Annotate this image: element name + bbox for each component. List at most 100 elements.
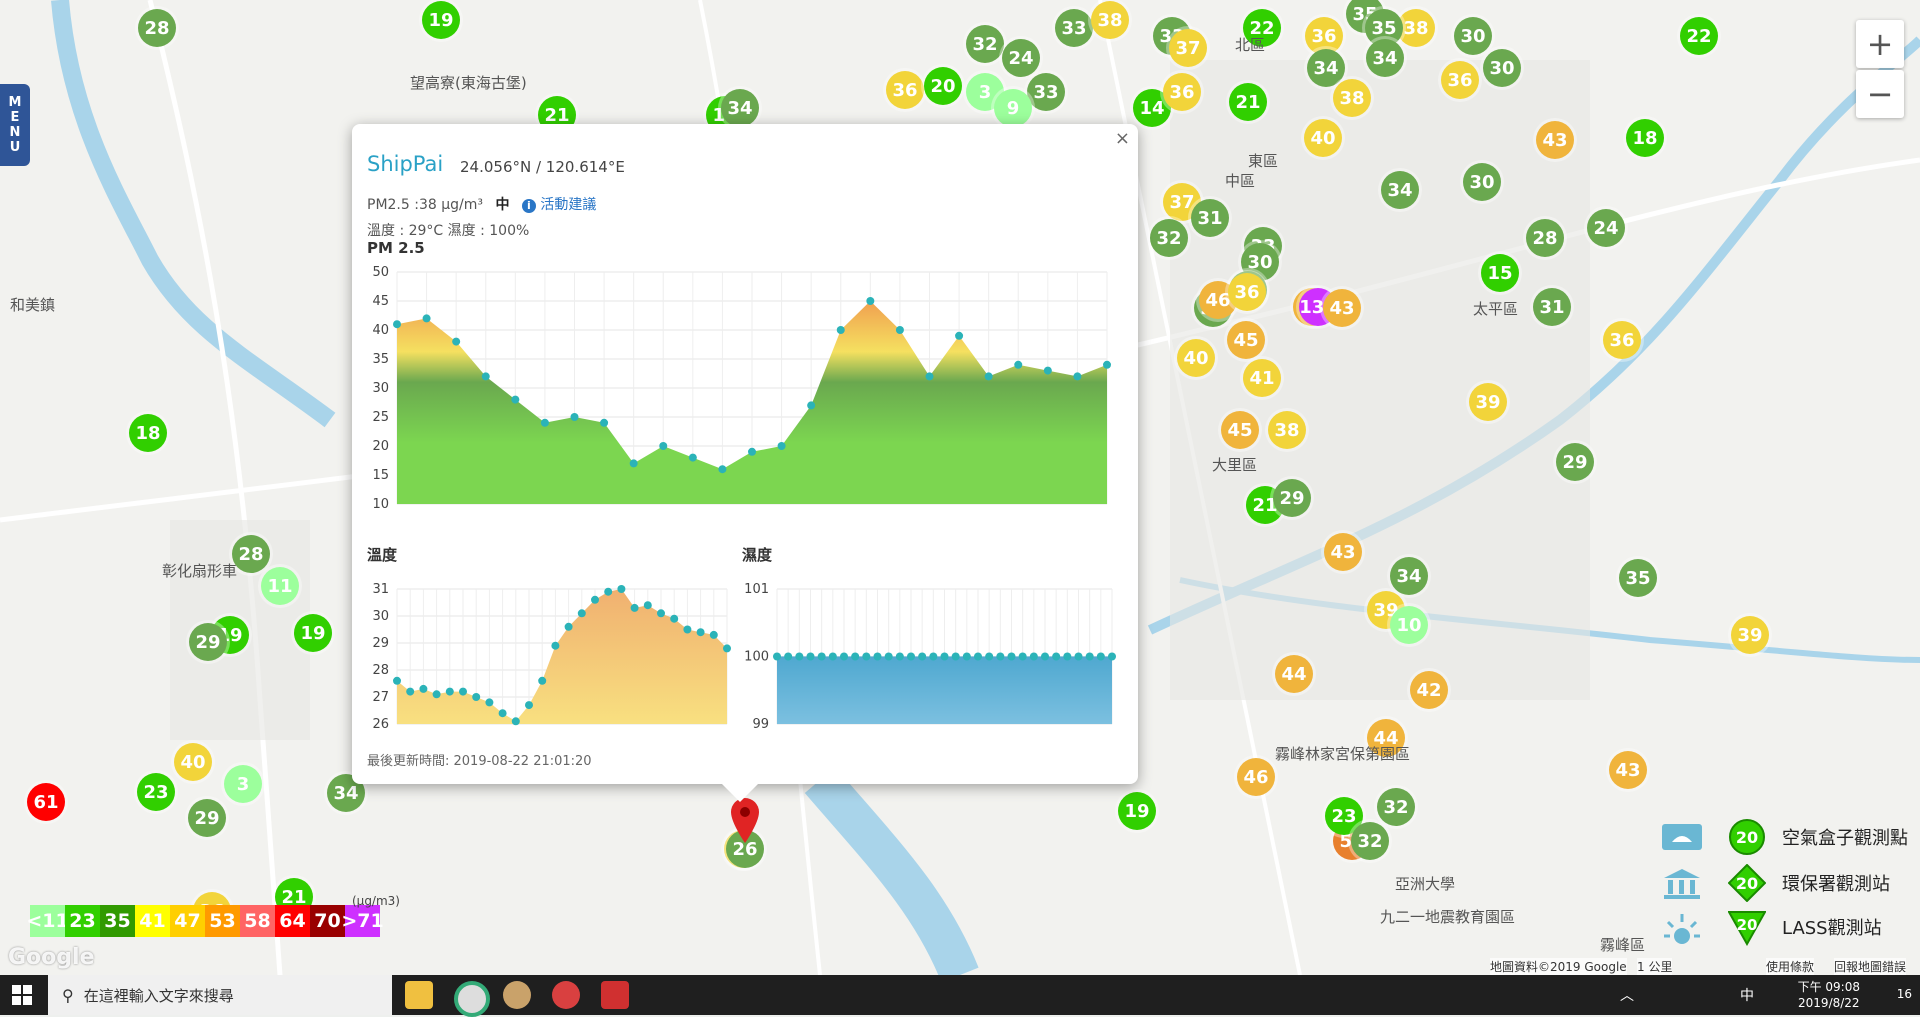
station-marker[interactable]: 46 — [1237, 758, 1275, 796]
menu-button[interactable]: MENU — [0, 84, 30, 166]
data-point — [1074, 652, 1083, 661]
close-icon[interactable]: × — [1115, 128, 1130, 149]
station-marker[interactable]: 32 — [1377, 788, 1415, 826]
terms-link[interactable]: 使用條款 — [1766, 958, 1815, 975]
station-marker[interactable]: 22 — [1680, 17, 1718, 55]
chevron-up-icon[interactable]: ︿ — [1620, 985, 1634, 1005]
station-marker[interactable]: 36 — [886, 71, 924, 109]
station-marker[interactable]: 3 — [224, 765, 262, 803]
station-marker[interactable]: 34 — [1381, 171, 1419, 209]
station-marker[interactable]: 36 — [1603, 321, 1641, 359]
station-marker[interactable]: 42 — [1410, 671, 1448, 709]
station-marker[interactable]: 38 — [1091, 1, 1129, 39]
station-marker[interactable]: 40 — [174, 743, 212, 781]
map-attribution: 地圖資料©2019 Google — [1490, 958, 1627, 975]
app-icon[interactable] — [601, 981, 629, 1009]
station-marker[interactable]: 29 — [1273, 479, 1311, 517]
selected-station-pin[interactable] — [728, 795, 762, 845]
station-marker[interactable]: 19 — [294, 614, 332, 652]
station-marker[interactable]: 43 — [1323, 289, 1361, 327]
taskbar-search-input[interactable]: ⚲ 在這裡輸入文字來搜尋 — [48, 975, 392, 1015]
station-marker[interactable]: 15 — [1481, 254, 1519, 292]
station-marker[interactable]: 36 — [1441, 61, 1479, 99]
place-label: 九二一地震教育園區 — [1380, 908, 1516, 926]
y-tick-label: 15 — [372, 468, 389, 483]
station-marker[interactable]: 36 — [1163, 73, 1201, 111]
station-marker[interactable]: 39 — [1731, 616, 1769, 654]
data-point — [688, 453, 697, 462]
ime-indicator[interactable]: 中 — [1740, 985, 1754, 1005]
station-marker[interactable]: 33 — [1027, 73, 1065, 111]
station-marker[interactable]: 18 — [1626, 119, 1664, 157]
activity-advice-link[interactable]: 活動建議 — [540, 197, 596, 213]
station-marker[interactable]: 18 — [129, 414, 167, 452]
station-marker[interactable]: 31 — [1191, 199, 1229, 237]
zoom-out-button[interactable]: − — [1856, 70, 1904, 118]
station-marker[interactable]: 38 — [1333, 79, 1371, 117]
windows-start-icon[interactable] — [12, 985, 32, 1005]
station-marker[interactable]: 24 — [1002, 39, 1040, 77]
station-marker[interactable]: 9 — [994, 89, 1032, 127]
report-map-error-link[interactable]: 回報地圖錯誤 — [1834, 958, 1907, 975]
station-marker[interactable]: 29 — [188, 799, 226, 837]
station-marker[interactable]: 32 — [966, 25, 1004, 63]
station-marker[interactable]: 11 — [261, 567, 299, 605]
station-marker[interactable]: 45 — [1227, 321, 1265, 359]
map-canvas[interactable]: 2819211234333833223538303022363532243734… — [0, 0, 1920, 975]
temp-chart-label: 溫度 — [367, 546, 398, 564]
zoom-in-button[interactable]: + — [1856, 20, 1904, 68]
data-point — [718, 465, 727, 474]
station-marker[interactable]: 35 — [1619, 559, 1657, 597]
station-marker[interactable]: 32 — [1351, 822, 1389, 860]
data-point — [773, 652, 781, 661]
station-marker[interactable]: 28 — [232, 535, 270, 573]
station-marker[interactable]: 19 — [422, 1, 460, 39]
station-marker[interactable]: 37 — [1169, 29, 1207, 67]
clock[interactable]: 下午 09:08 2019/8/22 — [1798, 979, 1860, 1011]
station-marker[interactable]: 34 — [1390, 557, 1428, 595]
station-marker[interactable]: 33 — [1055, 9, 1093, 47]
app-icon[interactable] — [503, 981, 531, 1009]
station-marker[interactable]: 24 — [1587, 209, 1625, 247]
station-marker[interactable]: 41 — [1243, 359, 1281, 397]
station-marker[interactable]: 19 — [1118, 792, 1156, 830]
station-marker[interactable]: 31 — [1533, 288, 1571, 326]
data-point — [895, 326, 904, 334]
station-marker[interactable]: 21 — [1229, 83, 1267, 121]
scale-step: >71 — [341, 905, 384, 937]
station-marker[interactable]: 29 — [189, 623, 227, 661]
station-marker[interactable]: 36 — [1228, 273, 1266, 311]
station-marker[interactable]: 28 — [138, 9, 176, 47]
station-marker[interactable]: 30 — [1483, 49, 1521, 87]
chrome-icon[interactable] — [454, 981, 490, 1017]
station-marker[interactable]: 34 — [1307, 49, 1345, 87]
station-marker[interactable]: 34 — [721, 89, 759, 127]
station-marker[interactable]: 43 — [1536, 121, 1574, 159]
station-marker[interactable]: 20 — [924, 67, 962, 105]
station-marker[interactable]: 28 — [1526, 219, 1564, 257]
station-marker[interactable]: 40 — [1304, 119, 1342, 157]
station-marker[interactable]: 29 — [1556, 443, 1594, 481]
station-marker[interactable]: 44 — [1275, 655, 1313, 693]
data-point — [1052, 652, 1061, 661]
google-logo: Google — [8, 945, 95, 970]
station-marker[interactable]: 34 — [1366, 39, 1404, 77]
station-marker[interactable]: 10 — [1390, 606, 1428, 644]
station-marker[interactable]: 30 — [1463, 163, 1501, 201]
station-marker[interactable]: 61 — [27, 783, 65, 821]
station-marker[interactable]: 43 — [1324, 533, 1362, 571]
station-marker[interactable]: 43 — [1609, 751, 1647, 789]
station-marker[interactable]: 32 — [1150, 219, 1188, 257]
pm25-chart: 10152025303540455021010509131721 — [372, 265, 1111, 512]
station-marker[interactable]: 39 — [1469, 383, 1507, 421]
legend-value: 20 — [1736, 874, 1758, 893]
file-explorer-icon[interactable] — [405, 981, 433, 1009]
station-marker[interactable]: 45 — [1221, 411, 1259, 449]
station-marker[interactable]: 23 — [137, 773, 175, 811]
station-marker[interactable]: 38 — [1268, 411, 1306, 449]
station-marker[interactable]: 30 — [1454, 17, 1492, 55]
app-icon[interactable] — [552, 981, 580, 1009]
notification-count[interactable]: 16 — [1897, 987, 1912, 1001]
scale-step: 58 — [240, 905, 275, 937]
station-marker[interactable]: 40 — [1177, 339, 1215, 377]
